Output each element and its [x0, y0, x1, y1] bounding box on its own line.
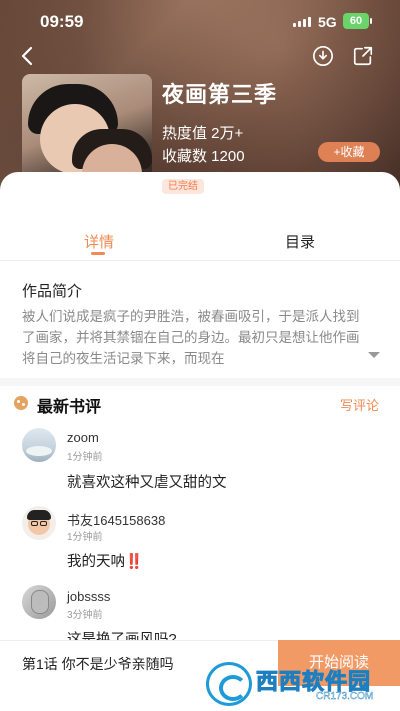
review-section-icon	[14, 396, 28, 410]
share-icon[interactable]	[352, 45, 374, 67]
tab-catalog[interactable]: 目录	[285, 231, 315, 252]
battery-icon: 60	[343, 13, 372, 29]
comment-time: 1分钟前	[67, 532, 103, 543]
comment-time: 1分钟前	[67, 452, 103, 463]
favorites-count: 收藏数 1200	[162, 148, 245, 165]
avatar[interactable]	[22, 506, 56, 540]
watermark-url: CR173.COM	[316, 691, 374, 702]
status-bar: 09:59 5G 60	[0, 0, 400, 44]
heat-value: 热度值 2万+	[162, 125, 244, 142]
intro-heading: 作品简介	[22, 283, 83, 300]
comment-text-body: 我的天呐	[67, 554, 125, 570]
chevron-down-icon[interactable]	[367, 350, 381, 360]
active-tab-indicator	[91, 252, 105, 255]
download-icon[interactable]	[312, 45, 334, 67]
status-badge: 已完结	[162, 179, 204, 194]
status-time: 09:59	[40, 12, 84, 31]
comment-user: zoom	[67, 430, 99, 445]
reviews-heading: 最新书评	[37, 399, 102, 416]
exclamation-emoji: ‼️	[125, 554, 144, 570]
comment-time: 3分钟前	[67, 610, 103, 621]
comment-text: 就喜欢这种又虐又甜的文	[67, 475, 227, 491]
book-title: 夜画第三季	[162, 82, 278, 107]
content-sheet	[0, 172, 400, 711]
back-arrow-icon[interactable]	[16, 44, 40, 68]
network-type: 5G	[318, 14, 337, 30]
divider	[0, 260, 400, 261]
tab-detail[interactable]: 详情	[84, 231, 114, 252]
comment-user: jobssss	[67, 589, 111, 604]
collect-button[interactable]: +收藏	[318, 142, 380, 162]
avatar[interactable]	[22, 585, 56, 619]
intro-text: 被人们说成是疯子的尹胜浩，被春画吸引，于是派人找到了画家，并将其禁锢在自己的身边…	[22, 309, 360, 366]
avatar[interactable]	[22, 428, 56, 462]
comment-text: 我的天呐‼️	[67, 550, 143, 571]
watermark: 西西软件园 CR173.COM	[206, 662, 392, 706]
watermark-logo-icon	[206, 662, 252, 706]
section-separator	[0, 378, 400, 386]
write-review-button[interactable]: 写评论	[340, 395, 379, 414]
comment-user: 书友1645158638	[67, 513, 166, 528]
current-chapter[interactable]: 第1话 你不是少爷亲随吗	[22, 654, 174, 674]
signal-icon	[293, 17, 311, 27]
